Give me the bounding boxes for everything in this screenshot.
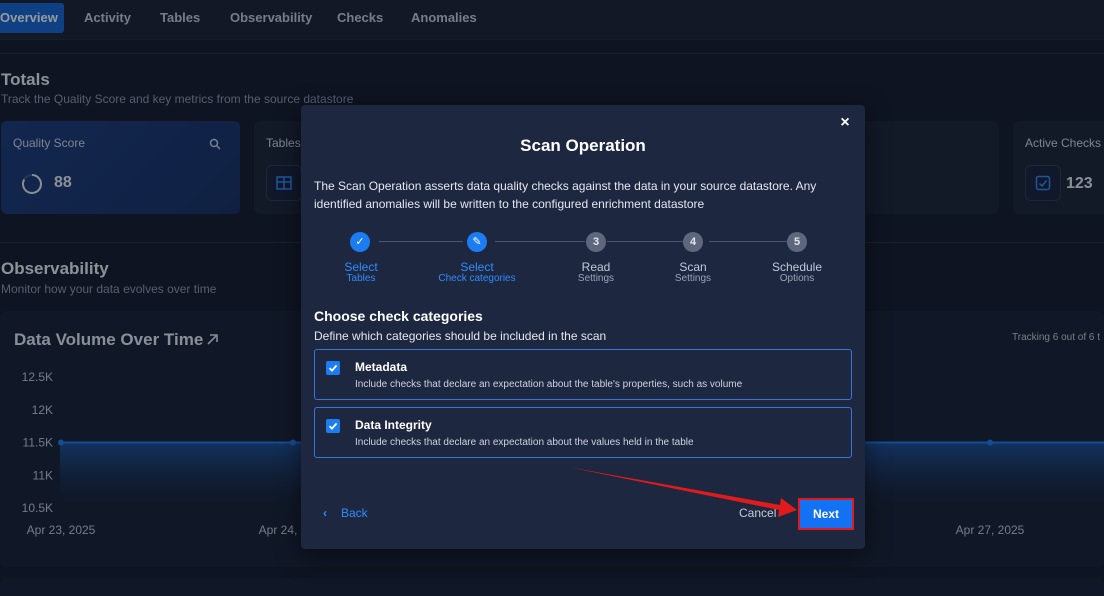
step-3-title: Read [581,260,611,274]
step-1-label: Select Tables [311,261,411,285]
category-metadata[interactable]: Metadata Include checks that declare an … [314,349,852,400]
step-2-pencil-icon: ✎ [467,232,487,252]
category-description: Include checks that declare an expectati… [355,437,694,448]
step-2-sub: Check categories [438,273,516,284]
scan-operation-modal: × Scan Operation The Scan Operation asse… [301,105,865,549]
step-4-sub: Settings [674,273,712,284]
category-name: Metadata [355,360,408,374]
chevron-left-icon: ‹ [323,506,327,520]
step-5-title: Schedule [771,260,823,274]
metadata-checkbox[interactable] [326,361,340,375]
close-icon[interactable]: × [837,115,853,131]
back-button[interactable]: ‹ Back [323,506,368,520]
back-label: Back [341,506,368,520]
category-name: Data Integrity [355,418,432,432]
check-icon [328,364,338,372]
category-description: Include checks that declare an expectati… [355,379,743,390]
step-1-check-icon: ✓ [350,232,370,252]
step-3-number: 3 [586,232,606,252]
modal-description: The Scan Operation asserts data quality … [314,179,817,211]
next-button[interactable]: Next [798,498,854,530]
step-4-number: 4 [683,232,703,252]
category-data-integrity[interactable]: Data Integrity Include checks that decla… [314,407,852,458]
step-4-title: Scan [679,260,707,274]
step-5-label: Schedule Options [747,261,847,285]
check-icon [328,422,338,430]
step-2-title: Select [460,260,494,274]
step-1-sub: Tables [346,273,376,284]
step-connector [709,241,787,242]
step-3-sub: Settings [577,273,615,284]
step-3-label: Read Settings [546,261,646,285]
step-5-number: 5 [787,232,807,252]
cancel-button[interactable]: Cancel [739,506,776,520]
step-4-label: Scan Settings [643,261,743,285]
step-connector [379,241,463,242]
step-2-label: Select Check categories [427,261,527,285]
categories-subtitle: Define which categories should be includ… [314,329,607,343]
step-1-title: Select [344,260,378,274]
step-connector [495,241,585,242]
categories-heading: Choose check categories [314,308,483,324]
step-connector [607,241,683,242]
step-5-sub: Options [779,273,815,284]
modal-title: Scan Operation [520,136,646,155]
data-integrity-checkbox[interactable] [326,419,340,433]
